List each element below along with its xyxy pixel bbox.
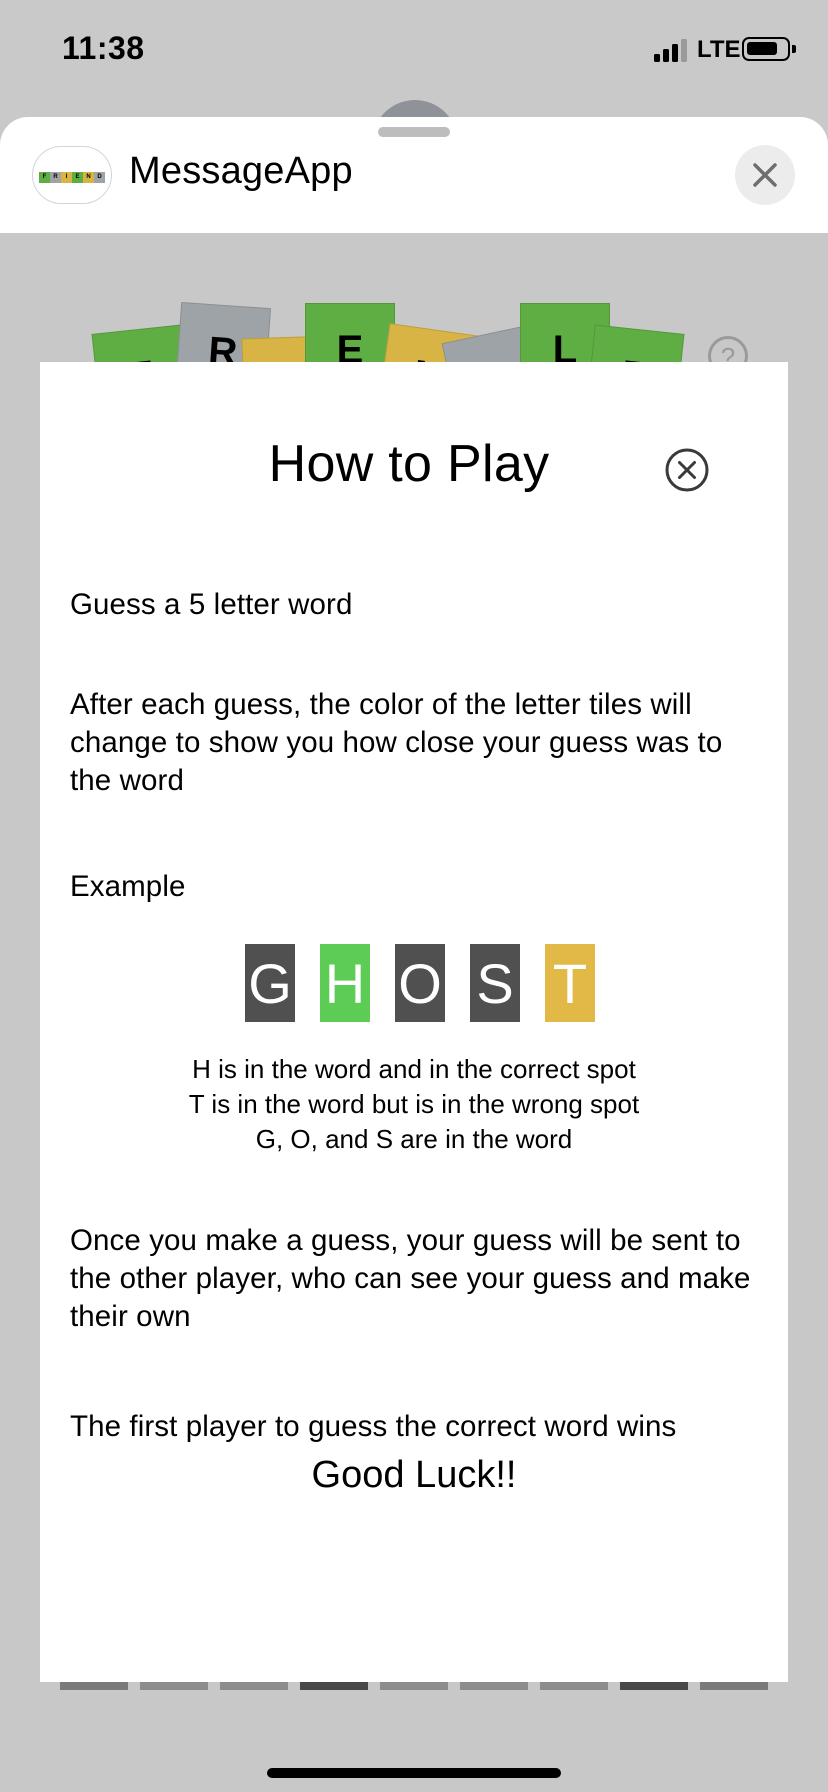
example-tile: O (395, 944, 445, 1022)
example-line: T is in the word but is in the wrong spo… (188, 1089, 640, 1119)
app-title: MessageApp (129, 150, 353, 192)
signal-icon (654, 38, 690, 62)
example-tile: S (470, 944, 520, 1022)
status-time: 11:38 (62, 30, 145, 66)
example-tile: G (245, 944, 295, 1022)
status-bar: 11:38 LTE (0, 0, 828, 100)
color-explanation-text: After each guess, the color of the lette… (70, 688, 723, 797)
intro-text: Guess a 5 letter word (70, 588, 353, 621)
battery-icon (742, 37, 796, 61)
network-label: LTE (697, 36, 741, 63)
win-text: The first player to guess the correct wo… (70, 1410, 677, 1443)
app-icon: F R I E N D (32, 146, 112, 204)
example-tile: H (320, 944, 370, 1022)
how-to-play-modal: How to Play Guess a 5 letter word After … (40, 362, 788, 1682)
circle-x-icon[interactable] (665, 448, 709, 492)
example-line: G, O, and S are in the word (255, 1124, 573, 1154)
example-tile: T (545, 944, 595, 1022)
sheet-grabber[interactable] (378, 127, 450, 137)
example-label: Example (70, 870, 186, 903)
close-icon (753, 163, 777, 187)
sheet-header: F R I E N D MessageApp (0, 117, 828, 233)
example-tiles: G H O S T (245, 944, 595, 1022)
close-button[interactable] (735, 145, 795, 205)
home-indicator[interactable] (267, 1768, 561, 1778)
good-luck-text: Good Luck!! (311, 1454, 517, 1496)
example-line: H is in the word and in the correct spot (192, 1054, 636, 1084)
multiplayer-text: Once you make a guess, your guess will b… (70, 1224, 751, 1333)
